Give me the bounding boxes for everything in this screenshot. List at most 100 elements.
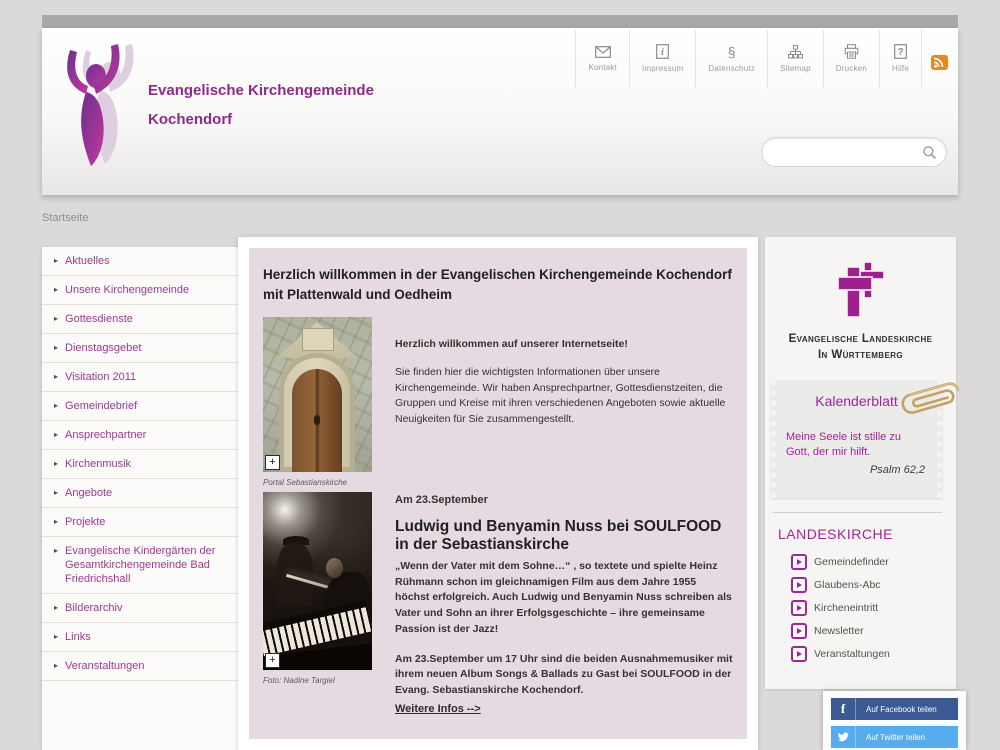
nav-item-impressum[interactable]: i Impressum xyxy=(628,30,695,87)
sidebar-item-label: Unsere Kirchengemeinde xyxy=(65,284,190,296)
sidebar-item-veranstaltungen[interactable]: ▸ Veranstaltungen xyxy=(42,652,238,681)
sitemap-icon xyxy=(787,44,803,58)
link-newsletter[interactable]: Newsletter xyxy=(791,623,956,640)
triangle-bullet-icon: ▸ xyxy=(54,459,59,468)
landeskirche-links-heading: LANDESKIRCHE xyxy=(778,526,893,543)
link-kircheneintritt[interactable]: Kircheneintritt xyxy=(791,600,956,617)
landeskirche-cross-icon xyxy=(836,261,885,318)
landeskirche-name-line2: In Württemberg xyxy=(817,348,904,361)
triangle-bullet-icon: ▸ xyxy=(54,546,59,555)
sidebar-item-label: Kirchenmusik xyxy=(65,458,132,470)
top-gray-bar xyxy=(42,15,958,28)
event-article: + Foto: Nadine Targiel Am 23.September L… xyxy=(263,492,733,717)
abstract-figure-logo-icon xyxy=(67,44,134,166)
site-title-line1: Evangelische Kirchengemeinde xyxy=(148,82,374,99)
pianist-head xyxy=(326,558,343,579)
image-zoom-icon[interactable]: + xyxy=(265,455,280,471)
triangle-bullet-icon: ▸ xyxy=(54,372,59,381)
search-icon xyxy=(923,145,936,159)
right-sidebar-divider xyxy=(773,512,942,514)
portal-sebastianskirche-photo[interactable]: + xyxy=(263,317,372,473)
sidebar-item-kirchenmusik[interactable]: ▸ Kirchenmusik xyxy=(42,450,238,479)
link-glaubens-abc[interactable]: Glaubens-Abc xyxy=(791,577,956,594)
link-label: Glaubens-Abc xyxy=(814,579,881,592)
event-paragraph-1: „Wenn der Vater mit dem Sohne…“ , so tex… xyxy=(395,559,732,635)
twitter-icon xyxy=(831,726,856,748)
paragraph-icon: § xyxy=(727,43,736,60)
nav-item-hilfe[interactable]: ? Hilfe xyxy=(878,30,922,87)
triangle-bullet-icon: ▸ xyxy=(54,256,59,265)
search-submit[interactable] xyxy=(922,145,937,160)
welcome-paragraph: Sie finden hier die wichtigsten Informat… xyxy=(395,365,726,426)
breadcrumb[interactable]: Startseite xyxy=(42,212,88,224)
link-label: Newsletter xyxy=(814,625,864,638)
portal-photo-caption: Portal Sebastianskirche xyxy=(263,478,348,488)
search-bar xyxy=(761,137,947,167)
sidebar-item-label: Gottesdienste xyxy=(65,313,133,325)
rss-button[interactable] xyxy=(922,30,957,87)
kalenderblatt-source: Psalm 62,2 xyxy=(869,463,925,476)
sidebar-item-aktuelles[interactable]: ▸ Aktuelles xyxy=(42,247,238,276)
nav-item-drucken[interactable]: Drucken xyxy=(822,30,879,87)
triangle-bullet-icon: ▸ xyxy=(54,603,59,612)
play-arrow-icon xyxy=(791,646,807,663)
event-heading: Ludwig und Benyamin Nuss bei SOULFOOD in… xyxy=(395,517,722,554)
link-label: Kircheneintritt xyxy=(814,602,879,615)
triangle-bullet-icon: ▸ xyxy=(54,314,59,323)
welcome-article: + Portal Sebastianskirche Herzlich willk… xyxy=(263,317,733,487)
search-input[interactable] xyxy=(762,141,922,163)
sidebar-item-kindergaerten[interactable]: ▸ Evangelische Kindergärten der Gesamtkir… xyxy=(42,537,238,594)
twitter-share-label: Auf Twitter teilen xyxy=(866,732,925,742)
triangle-bullet-icon: ▸ xyxy=(54,632,59,641)
event-date: Am 23.September xyxy=(395,494,488,507)
landeskirche-logo[interactable]: Evangelische Landeskirche In Württemberg xyxy=(765,237,956,363)
play-arrow-icon xyxy=(791,600,807,617)
twitter-share-button[interactable]: Auf Twitter teilen xyxy=(831,726,958,748)
sidebar-item-unsere-kirchengemeinde[interactable]: ▸ Unsere Kirchengemeinde xyxy=(42,276,238,305)
link-veranstaltungen[interactable]: Veranstaltungen xyxy=(791,646,956,663)
site-title[interactable]: Evangelische Kirchengemeinde Kochendorf xyxy=(148,76,374,134)
main-content-card: Herzlich willkommen in der Evangelischen… xyxy=(238,237,758,750)
welcome-article-image-column: + Portal Sebastianskirche xyxy=(263,317,373,487)
link-gemeindefinder[interactable]: Gemeindefinder xyxy=(791,554,956,571)
weitere-infos-link[interactable]: Weitere Infos --> xyxy=(395,701,481,718)
link-label: Gemeindefinder xyxy=(814,556,889,569)
trombonist-silhouette xyxy=(277,542,313,607)
triangle-bullet-icon: ▸ xyxy=(54,430,59,439)
church-logo[interactable] xyxy=(54,38,146,175)
printer-icon xyxy=(844,44,859,59)
sidebar-item-label: Dienstagsgebet xyxy=(65,342,142,354)
door-handle xyxy=(314,415,320,426)
sidebar-item-gemeindebrief[interactable]: ▸ Gemeindebrief xyxy=(42,392,238,421)
social-share-box: f Auf Facebook teilen Auf Twitter teilen xyxy=(823,691,966,750)
sidebar-item-visitation-2011[interactable]: ▸ Visitation 2011 xyxy=(42,363,238,392)
sidebar-item-projekte[interactable]: ▸ Projekte xyxy=(42,508,238,537)
image-zoom-icon[interactable]: + xyxy=(265,653,280,669)
play-arrow-icon xyxy=(791,577,807,594)
kalenderblatt-widget[interactable]: Kalenderblatt Meine Seele ist stille zu … xyxy=(771,380,959,499)
sidebar-item-label: Aktuelles xyxy=(65,255,110,267)
sidebar-item-links[interactable]: ▸ Links xyxy=(42,623,238,652)
triangle-bullet-icon: ▸ xyxy=(54,517,59,526)
nav-label: Datenschutz xyxy=(708,63,756,73)
sidebar-item-ansprechpartner[interactable]: ▸ Ansprechpartner xyxy=(42,421,238,450)
event-article-image-column: + Foto: Nadine Targiel xyxy=(263,492,373,717)
sidebar-item-bilderarchiv[interactable]: ▸ Bilderarchiv xyxy=(42,594,238,623)
nav-item-kontakt[interactable]: Kontakt xyxy=(575,30,629,87)
nav-label: Kontakt xyxy=(588,62,617,72)
jazz-concert-photo[interactable]: + xyxy=(263,492,372,671)
sidebar-item-label: Visitation 2011 xyxy=(65,371,137,383)
sidebar-item-dienstagsgebet[interactable]: ▸ Dienstagsgebet xyxy=(42,334,238,363)
sidebar-item-label: Ansprechpartner xyxy=(65,429,147,441)
triangle-bullet-icon: ▸ xyxy=(54,488,59,497)
nav-item-datenschutz[interactable]: § Datenschutz xyxy=(695,30,767,87)
nav-item-sitemap[interactable]: Sitemap xyxy=(767,30,823,87)
sidebar-item-label: Bilderarchiv xyxy=(65,602,123,614)
sidebar-item-gottesdienste[interactable]: ▸ Gottesdienste xyxy=(42,305,238,334)
sidebar-item-angebote[interactable]: ▸ Angebote xyxy=(42,479,238,508)
facebook-share-button[interactable]: f Auf Facebook teilen xyxy=(831,698,958,720)
play-arrow-icon xyxy=(791,554,807,571)
info-icon: i xyxy=(656,44,670,59)
sidebar-item-label: Veranstaltungen xyxy=(65,660,145,672)
welcome-bold-line: Herzlich willkommen auf unserer Internet… xyxy=(395,338,628,351)
